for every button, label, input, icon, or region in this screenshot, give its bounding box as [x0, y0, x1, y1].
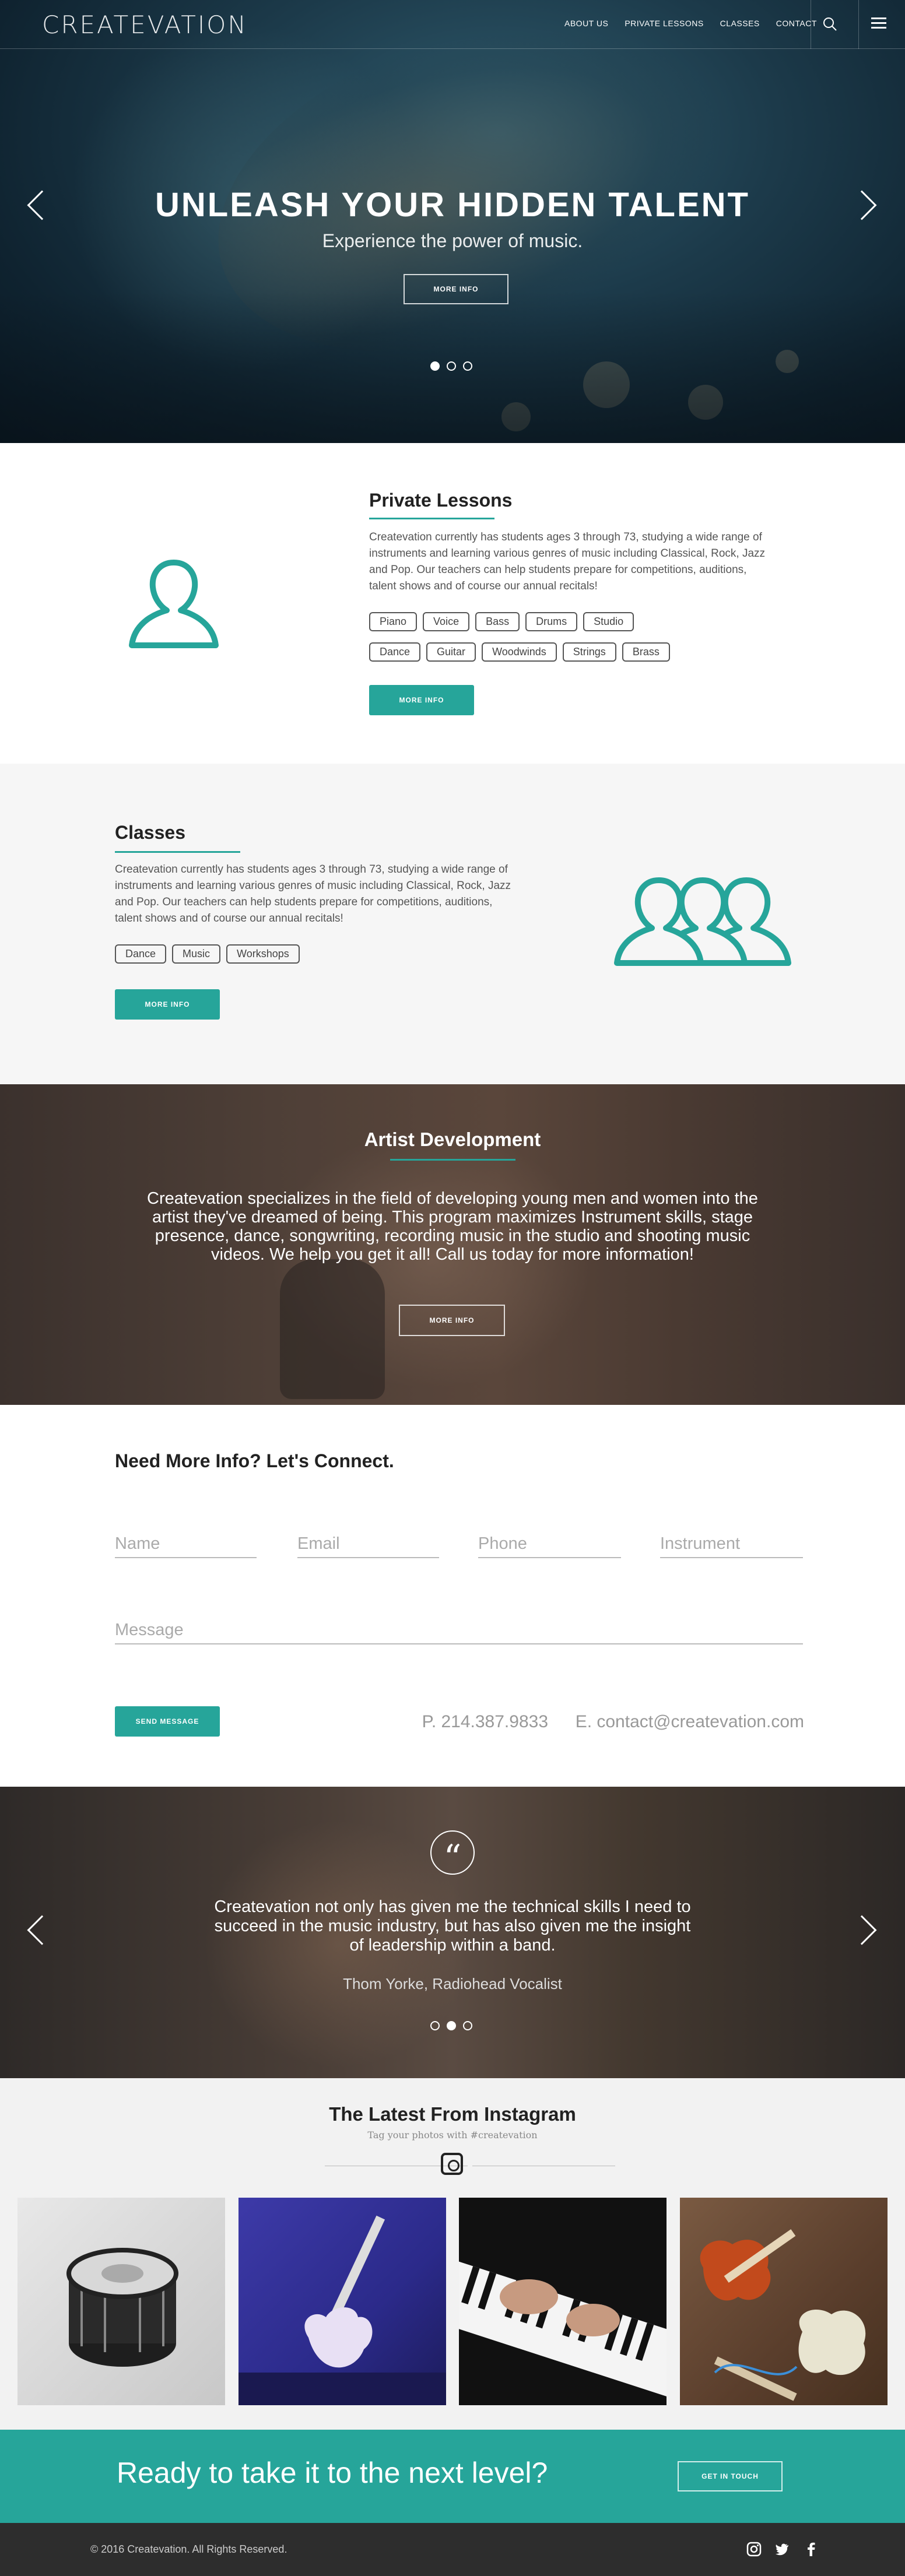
- snare-drum-photo[interactable]: [17, 2198, 225, 2405]
- testimonial-slide-dots: [430, 2021, 472, 2030]
- tag-music[interactable]: Music: [172, 944, 221, 964]
- hero-slide-dots: [430, 361, 472, 371]
- artist-development-description: Createvation specializes in the field of…: [147, 1189, 758, 1264]
- tag-dance[interactable]: Dance: [369, 642, 421, 662]
- artist-more-info-button[interactable]: MORE INFO: [399, 1305, 505, 1336]
- search-icon[interactable]: [820, 14, 841, 35]
- group-icon: [612, 874, 799, 971]
- private-lessons-title: Private Lessons: [369, 490, 513, 511]
- testimonial-prev-arrow-icon[interactable]: [27, 1915, 57, 1945]
- footer: © 2016 Createvation. All Rights Reserved…: [0, 2523, 905, 2576]
- email-field[interactable]: Email: [297, 1534, 439, 1558]
- hero-slide-dot[interactable]: [447, 361, 456, 371]
- contact-phone[interactable]: P. 214.387.9833: [422, 1712, 548, 1731]
- private-lessons-tags-row-2: Dance Guitar Woodwinds Strings Brass: [369, 642, 777, 662]
- phone-field[interactable]: Phone: [478, 1534, 621, 1558]
- classes-title: Classes: [115, 822, 185, 843]
- nav-link-private-lessons[interactable]: PRIVATE LESSONS: [625, 19, 703, 28]
- artist-development-section: Artist Development Createvation speciali…: [0, 1084, 905, 1405]
- name-field[interactable]: Name: [115, 1534, 257, 1558]
- private-lessons-description: Createvation currently has students ages…: [369, 531, 766, 592]
- tag-woodwinds[interactable]: Woodwinds: [482, 642, 557, 662]
- person-icon: [127, 557, 220, 653]
- instagram-title: The Latest From Instagram: [329, 2103, 576, 2125]
- tag-voice[interactable]: Voice: [423, 612, 470, 631]
- contact-title: Need More Info? Let's Connect.: [115, 1450, 394, 1471]
- testimonial-quote: Createvation not only has given me the t…: [214, 1897, 691, 1955]
- tag-bass[interactable]: Bass: [475, 612, 520, 631]
- cta-text: Ready to take it to the next level?: [117, 2456, 548, 2489]
- classes-tags: Dance Music Workshops: [115, 944, 406, 964]
- artist-development-title: Artist Development: [364, 1129, 541, 1150]
- tag-guitar[interactable]: Guitar: [426, 642, 476, 662]
- send-message-button[interactable]: SEND MESSAGE: [115, 1706, 220, 1737]
- tag-workshops[interactable]: Workshops: [226, 944, 300, 964]
- nav-link-classes[interactable]: CLASSES: [720, 19, 760, 28]
- copyright: © 2016 Createvation. All Rights Reserved…: [90, 2543, 287, 2555]
- artist-background-microphone: [280, 1259, 385, 1399]
- contact-info: P. 214.387.9833 E. contact@createvation.…: [411, 1712, 804, 1732]
- classes-description: Createvation currently has students ages…: [115, 863, 511, 925]
- hero-slide-dot[interactable]: [463, 361, 472, 371]
- classes-more-info-button[interactable]: MORE INFO: [115, 989, 220, 1020]
- twitter-icon[interactable]: [774, 2542, 790, 2557]
- contact-email[interactable]: E. contact@createvation.com: [576, 1712, 804, 1731]
- get-in-touch-button[interactable]: GET IN TOUCH: [678, 2461, 783, 2491]
- facebook-icon[interactable]: [804, 2542, 819, 2557]
- hero-subtitle: Experience the power of music.: [322, 230, 583, 251]
- instagram-subtitle: Tag your photos with #createvation: [367, 2129, 538, 2141]
- bass-guitars-photo[interactable]: [680, 2198, 888, 2405]
- logo[interactable]: CREATEVATION: [42, 10, 248, 39]
- instagram-icon[interactable]: [746, 2542, 762, 2557]
- navbar: CREATEVATION ABOUT US PRIVATE LESSONS CL…: [0, 0, 905, 49]
- contact-section: Need More Info? Let's Connect. Name Emai…: [0, 1405, 905, 1787]
- message-field[interactable]: Message: [115, 1621, 803, 1644]
- artist-development-underline: [390, 1159, 515, 1161]
- tag-dance[interactable]: Dance: [115, 944, 167, 964]
- tag-strings[interactable]: Strings: [562, 642, 616, 662]
- private-lessons-more-info-button[interactable]: MORE INFO: [369, 685, 474, 715]
- testimonial-slide-dot[interactable]: [447, 2021, 456, 2030]
- instagram-section: The Latest From Instagram Tag your photo…: [0, 2078, 905, 2430]
- classes-section: Classes Createvation currently has stude…: [0, 764, 905, 1084]
- tag-brass[interactable]: Brass: [622, 642, 670, 662]
- hero-more-info-button[interactable]: MORE INFO: [404, 274, 508, 304]
- testimonial-slide-dot[interactable]: [463, 2021, 472, 2030]
- tag-piano[interactable]: Piano: [369, 612, 418, 631]
- cta-section: Ready to take it to the next level? GET …: [0, 2430, 905, 2523]
- hero-slide-dot[interactable]: [430, 361, 440, 371]
- hamburger-menu-icon[interactable]: [871, 17, 886, 30]
- nav-link-about-us[interactable]: ABOUT US: [564, 19, 608, 28]
- private-lessons-section: Private Lessons Createvation currently h…: [0, 443, 905, 764]
- instagram-icon[interactable]: [441, 2153, 463, 2175]
- testimonial-section: “ Createvation not only has given me the…: [0, 1787, 905, 2078]
- hero-section: CREATEVATION ABOUT US PRIVATE LESSONS CL…: [0, 0, 905, 443]
- tag-studio[interactable]: Studio: [583, 612, 634, 631]
- testimonial-author: Thom Yorke, Radiohead Vocalist: [343, 1975, 562, 1992]
- testimonial-next-arrow-icon[interactable]: [847, 1915, 877, 1945]
- private-lessons-tags: Piano Voice Bass Drums Studio: [369, 612, 777, 631]
- nav-divider: [858, 0, 859, 49]
- private-lessons-underline: [369, 518, 494, 519]
- piano-photo[interactable]: [459, 2198, 667, 2405]
- nav-links: ABOUT US PRIVATE LESSONS CLASSES CONTACT: [564, 19, 817, 28]
- tag-drums[interactable]: Drums: [525, 612, 578, 631]
- testimonial-slide-dot[interactable]: [430, 2021, 440, 2030]
- instrument-field[interactable]: Instrument: [660, 1534, 803, 1558]
- hero-title: UNLEASH YOUR HIDDEN TALENT: [155, 186, 750, 224]
- classes-underline: [115, 851, 240, 853]
- electric-guitar-photo[interactable]: [238, 2198, 446, 2405]
- quote-icon: “: [430, 1830, 475, 1878]
